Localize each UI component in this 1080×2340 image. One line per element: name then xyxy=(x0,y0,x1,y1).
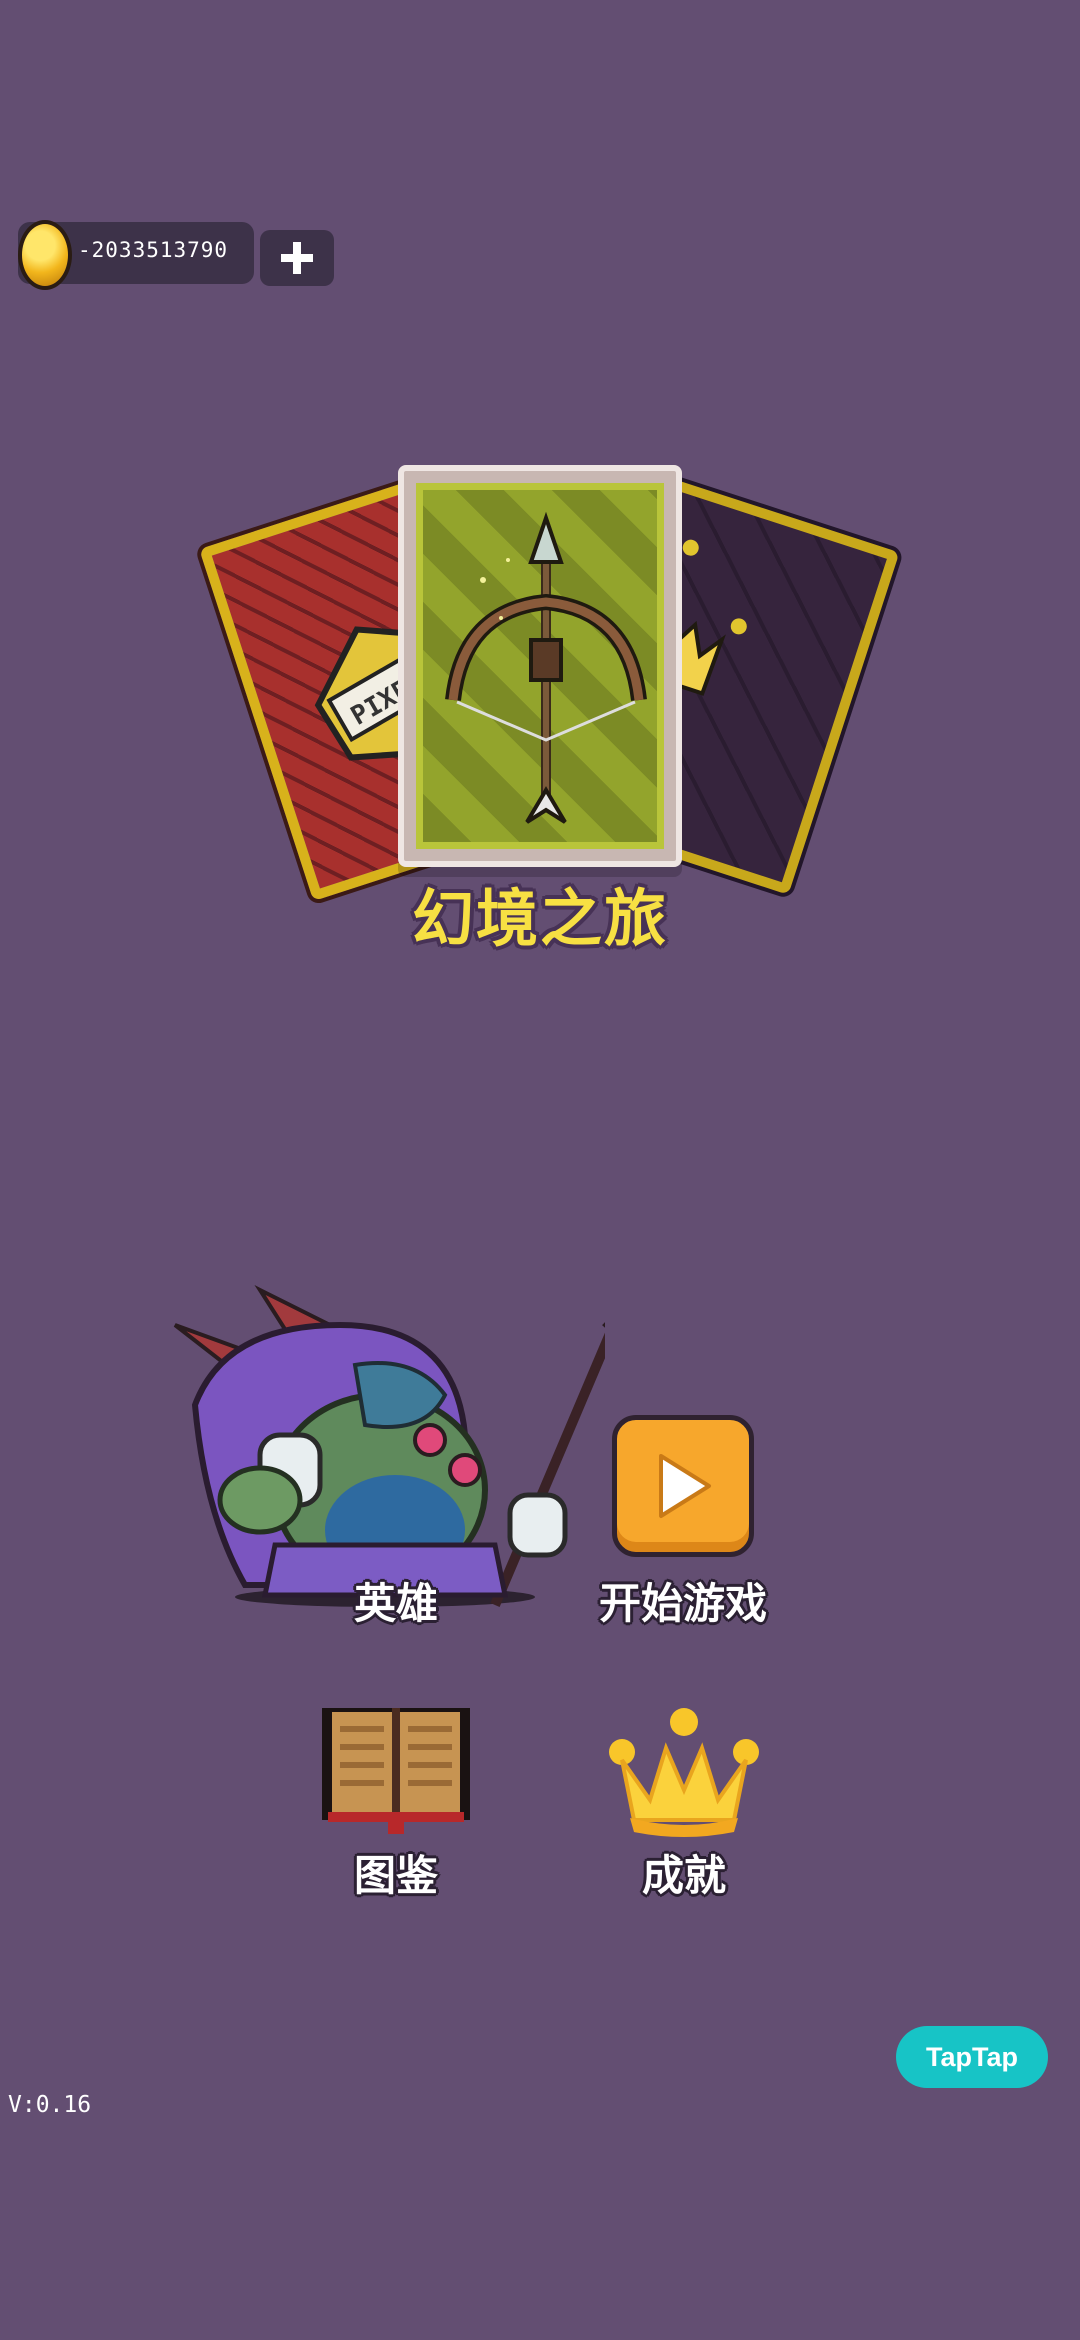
game-title: 幻境之旅 xyxy=(411,882,668,955)
plus-icon xyxy=(281,242,313,274)
hero-character[interactable] xyxy=(165,1284,638,1615)
book-icon xyxy=(322,1708,470,1834)
center-card xyxy=(398,465,682,867)
gold-coin-icon xyxy=(18,220,72,290)
crown-icon xyxy=(609,1708,759,1837)
start-game-button[interactable] xyxy=(612,1415,754,1557)
codex-button[interactable] xyxy=(318,1698,474,1838)
center-card-face xyxy=(416,483,664,849)
start-game-label[interactable]: 开始游戏 xyxy=(573,1570,793,1631)
hero-character-icon xyxy=(173,1284,638,1607)
achievements-label[interactable]: 成就 xyxy=(584,1842,784,1903)
codex-label[interactable]: 图鉴 xyxy=(296,1842,496,1903)
play-icon xyxy=(659,1454,711,1518)
achievements-button[interactable] xyxy=(606,1700,762,1838)
version-label: V:0.16 xyxy=(8,2092,92,2118)
add-currency-button[interactable] xyxy=(260,230,334,286)
heroes-label[interactable]: 英雄 xyxy=(296,1570,496,1631)
taptap-button[interactable]: TapTap xyxy=(896,2026,1048,2088)
coin-amount: -2033513790 xyxy=(78,238,229,262)
crossbow-icon xyxy=(445,511,647,824)
